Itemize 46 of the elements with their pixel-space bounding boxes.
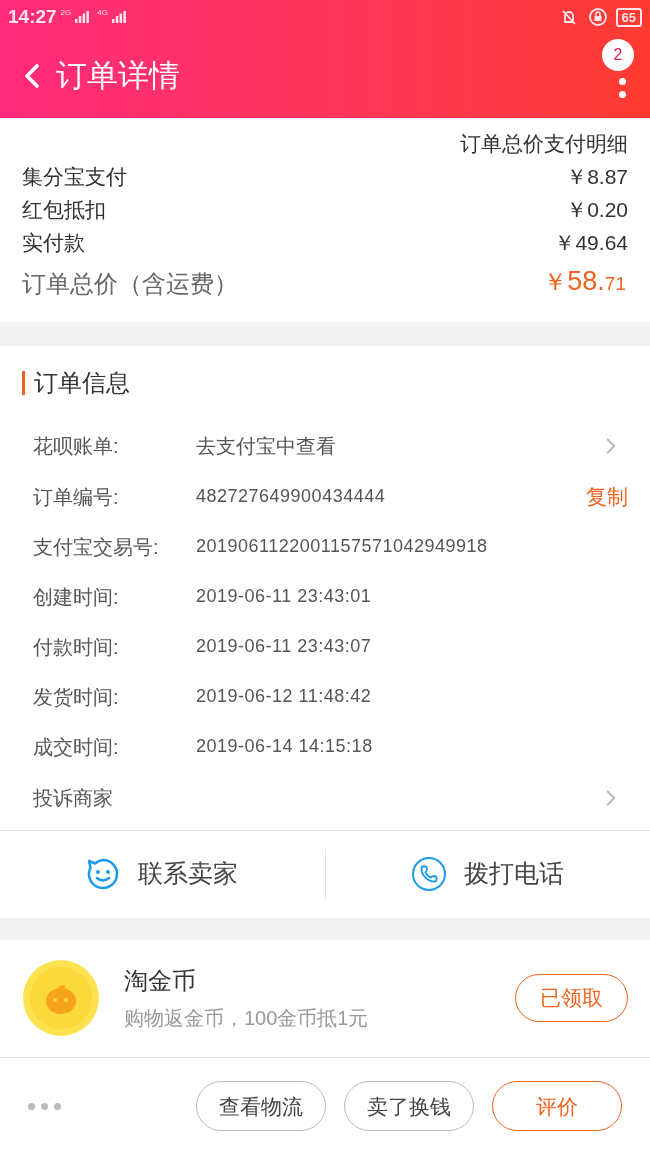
info-label: 投诉商家	[33, 785, 114, 811]
more-button[interactable]	[619, 78, 626, 98]
phone-icon	[411, 857, 446, 891]
info-label: 付款时间:	[33, 634, 120, 660]
status-time: 14:27	[8, 4, 57, 29]
payment-label: 实付款	[22, 230, 85, 256]
total-amount: ￥58.71	[543, 265, 626, 298]
notification-badge: 2	[602, 39, 634, 71]
battery-indicator: 65	[615, 7, 642, 27]
payment-label: 红包抵扣	[22, 197, 106, 223]
info-value: 2019-06-11 23:43:07	[196, 635, 372, 658]
info-link-row[interactable]: 花呗账单: 去支付宝中查看	[0, 419, 650, 472]
info-value: 2019-06-14 14:15:18	[196, 735, 373, 758]
signal-icon	[75, 11, 90, 23]
more-options-button[interactable]	[28, 1102, 61, 1110]
contact-button[interactable]: 联系卖家	[86, 849, 239, 899]
info-label: 支付宝交易号:	[33, 534, 160, 560]
action-button[interactable]: 卖了换钱	[344, 1081, 474, 1132]
payment-amount: ￥0.20	[566, 197, 628, 223]
section-heading: 订单总价支付明细	[460, 131, 628, 157]
info-label: 订单编号:	[33, 484, 120, 510]
info-label: 成交时间:	[33, 734, 120, 760]
coins-title: 淘金币	[124, 966, 197, 996]
payment-label: 集分宝支付	[22, 164, 127, 190]
signal-icon	[111, 11, 126, 23]
info-value: 2019061122001157571042949918	[196, 535, 488, 558]
info-link-row[interactable]: 投诉商家	[0, 771, 650, 824]
rotation-lock-icon	[587, 7, 608, 27]
action-button[interactable]: 查看物流	[196, 1081, 326, 1132]
network-label: 4G	[97, 6, 108, 19]
smiley-chat-icon	[86, 857, 121, 891]
coins-subtitle: 购物返金币，100金币抵1元	[124, 1006, 369, 1031]
payment-amount: ￥49.64	[554, 230, 628, 256]
network-label: 2G	[60, 6, 72, 19]
info-value: 482727649900434444	[196, 485, 386, 508]
payment-amount: ￥8.87	[566, 164, 628, 190]
info-label: 花呗账单:	[33, 433, 120, 459]
info-label: 发货时间:	[33, 684, 120, 710]
page-title: 订单详情	[56, 56, 180, 95]
total-label: 订单总价（含运费）	[22, 268, 238, 299]
info-label: 创建时间:	[33, 584, 120, 610]
info-value: 2019-06-12 11:48:42	[196, 685, 372, 708]
info-value: 2019-06-11 23:43:01	[196, 585, 372, 608]
section-title: 订单信息	[34, 367, 130, 398]
contact-button[interactable]: 拨打电话	[411, 849, 564, 899]
coin-icon	[22, 959, 100, 1037]
